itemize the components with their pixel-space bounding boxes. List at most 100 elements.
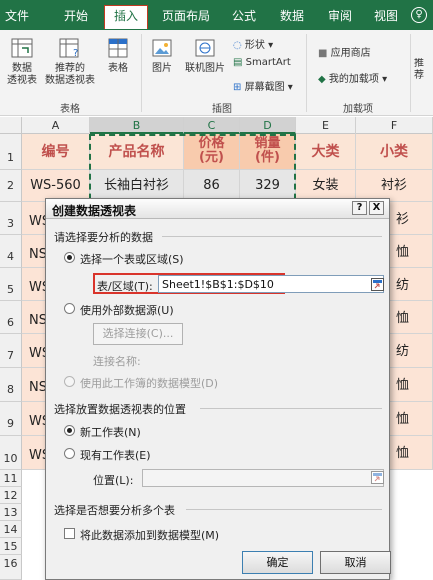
screenshot-button[interactable]: ⊞ 屏幕截图 ▾ xyxy=(233,78,293,93)
radio-external-source-label[interactable]: 使用外部数据源(U) xyxy=(80,302,174,318)
column-header-a[interactable]: A xyxy=(22,117,90,134)
screenshot-label: 屏幕截图 xyxy=(244,82,285,93)
row-header-14[interactable]: 14 xyxy=(0,521,22,538)
shapes-button[interactable]: ◌ 形状 ▾ xyxy=(233,36,273,51)
radio-select-range-label[interactable]: 选择一个表或区域(S) xyxy=(80,251,184,267)
store-label: 应用商店 xyxy=(330,48,371,59)
range-picker-icon[interactable] xyxy=(371,278,384,291)
svg-text:?: ? xyxy=(73,48,78,59)
position-picker-icon[interactable] xyxy=(371,471,384,484)
picture-button[interactable]: 图片 xyxy=(146,36,178,75)
radio-new-worksheet[interactable] xyxy=(64,425,75,436)
picture-icon xyxy=(152,39,172,57)
row-header-5[interactable]: 5 xyxy=(0,268,22,301)
table-button[interactable]: 表格 xyxy=(102,36,134,75)
help-bulb-icon[interactable]: ♀ xyxy=(411,7,427,23)
group-name-addins: 加载项 xyxy=(343,104,373,115)
ribbon-tab-bar: 文件 开始 插入 页面布局 公式 数据 审阅 视图 ♀ xyxy=(0,0,433,30)
radio-select-range[interactable] xyxy=(64,252,75,263)
recommended-pivot-button[interactable]: ? 推荐的 数据透视表 xyxy=(42,36,98,87)
row-header-4[interactable]: 4 xyxy=(0,235,22,268)
recommended-charts-label: 推荐 xyxy=(414,58,424,81)
cell-b1[interactable]: 产品名称 xyxy=(90,134,184,170)
shapes-icon: ◌ xyxy=(233,40,242,51)
recommended-charts-button[interactable]: 推荐 xyxy=(414,58,433,82)
online-picture-label: 联机图片 xyxy=(185,63,225,74)
cell-d1-line1: 销量 xyxy=(254,136,281,151)
recommended-pivot-label-1: 推荐的 xyxy=(55,63,85,74)
range-input[interactable] xyxy=(158,275,384,293)
checkbox-add-to-model-label[interactable]: 将此数据添加到数据模型(M) xyxy=(80,527,219,543)
position-label: 位置(L): xyxy=(93,474,134,487)
cell-a1[interactable]: 编号 xyxy=(22,134,90,170)
column-header-f[interactable]: F xyxy=(356,117,433,134)
choose-connection-button[interactable]: 选择连接(C)... xyxy=(93,323,183,345)
ribbon: 数据 透视表 ? 推荐的 数据透视表 表格 表格 图片 联机图片 ◌ 形状 ▾ … xyxy=(0,30,433,116)
row-header-13[interactable]: 13 xyxy=(0,504,22,521)
tab-insert[interactable]: 插入 xyxy=(104,5,148,29)
tab-page-layout[interactable]: 页面布局 xyxy=(156,6,216,30)
dialog-title-bar[interactable]: 创建数据透视表 ? X xyxy=(46,199,389,219)
group-separator xyxy=(306,34,307,112)
cancel-button[interactable]: 取消 xyxy=(320,551,391,574)
tab-data[interactable]: 数据 xyxy=(272,6,312,30)
radio-new-worksheet-label[interactable]: 新工作表(N) xyxy=(80,424,141,440)
row-header-1[interactable]: 1 xyxy=(0,134,22,170)
pivot-table-button[interactable]: 数据 透视表 xyxy=(4,36,40,87)
column-header-d[interactable]: D xyxy=(240,117,296,134)
radio-existing-worksheet[interactable] xyxy=(64,448,75,459)
row-header-7[interactable]: 7 xyxy=(0,334,22,368)
cell-f1[interactable]: 小类 xyxy=(356,134,433,170)
online-picture-button[interactable]: 联机图片 xyxy=(180,36,230,75)
tab-home[interactable]: 开始 xyxy=(56,6,96,30)
row-header-12[interactable]: 12 xyxy=(0,487,22,504)
row-header-10[interactable]: 10 xyxy=(0,436,22,470)
dialog-help-button[interactable]: ? xyxy=(352,201,367,215)
ok-button[interactable]: 确定 xyxy=(242,551,313,574)
smartart-icon: ▤ xyxy=(233,57,243,68)
my-addins-button[interactable]: ◆ 我的加载项 ▾ xyxy=(318,70,387,85)
row-header-9[interactable]: 9 xyxy=(0,402,22,436)
row-header-11[interactable]: 11 xyxy=(0,470,22,487)
tab-view[interactable]: 视图 xyxy=(366,6,406,30)
chevron-down-icon: ▾ xyxy=(268,40,274,51)
tab-file[interactable]: 文件 xyxy=(0,6,34,30)
section-divider xyxy=(162,236,382,237)
checkbox-add-to-model[interactable] xyxy=(64,528,75,539)
row-header-15[interactable]: 15 xyxy=(0,538,22,555)
radio-data-model-label[interactable]: 使用此工作簿的数据模型(D) xyxy=(80,375,218,391)
select-all-corner[interactable] xyxy=(0,117,22,134)
store-button[interactable]: ■ 应用商店 xyxy=(318,44,371,59)
cell-c1[interactable]: 价格 (元) xyxy=(184,134,240,170)
group-separator xyxy=(410,34,411,112)
row-header-8[interactable]: 8 xyxy=(0,368,22,402)
radio-existing-worksheet-label[interactable]: 现有工作表(E) xyxy=(80,447,151,463)
dialog-close-button[interactable]: X xyxy=(369,201,384,215)
cell-c1-line1: 价格 xyxy=(198,136,225,151)
section-choose-location: 选择放置数据透视表的位置 xyxy=(54,403,186,416)
chevron-down-icon: ▾ xyxy=(382,74,388,85)
table-label: 表格 xyxy=(108,63,128,74)
row-header-2[interactable]: 2 xyxy=(0,170,22,202)
radio-data-model[interactable] xyxy=(64,376,75,387)
column-header-e[interactable]: E xyxy=(296,117,356,134)
cell-d1[interactable]: 销量 (件) xyxy=(240,134,296,170)
smartart-label: SmartArt xyxy=(245,57,291,68)
group-name-illustrations: 插图 xyxy=(212,104,232,115)
group-name-tables: 表格 xyxy=(60,104,80,115)
smartart-button[interactable]: ▤ SmartArt xyxy=(233,57,291,68)
position-input[interactable] xyxy=(142,469,384,487)
row-header-16[interactable]: 16 xyxy=(0,555,22,580)
screenshot-icon: ⊞ xyxy=(233,82,242,93)
radio-external-source[interactable] xyxy=(64,303,75,314)
cell-e1[interactable]: 大类 xyxy=(296,134,356,170)
row-header-6[interactable]: 6 xyxy=(0,301,22,334)
tab-formulas[interactable]: 公式 xyxy=(224,6,264,30)
column-header-b[interactable]: B xyxy=(90,117,184,134)
row-header-3[interactable]: 3 xyxy=(0,202,22,235)
column-headers: A B C D E F xyxy=(0,117,433,134)
column-header-c[interactable]: C xyxy=(184,117,240,134)
create-pivot-table-dialog: 创建数据透视表 ? X 请选择要分析的数据 选择一个表或区域(S) 表/区域(T… xyxy=(45,198,391,580)
tab-review[interactable]: 审阅 xyxy=(320,6,360,30)
connection-name-label: 连接名称: xyxy=(93,355,141,368)
